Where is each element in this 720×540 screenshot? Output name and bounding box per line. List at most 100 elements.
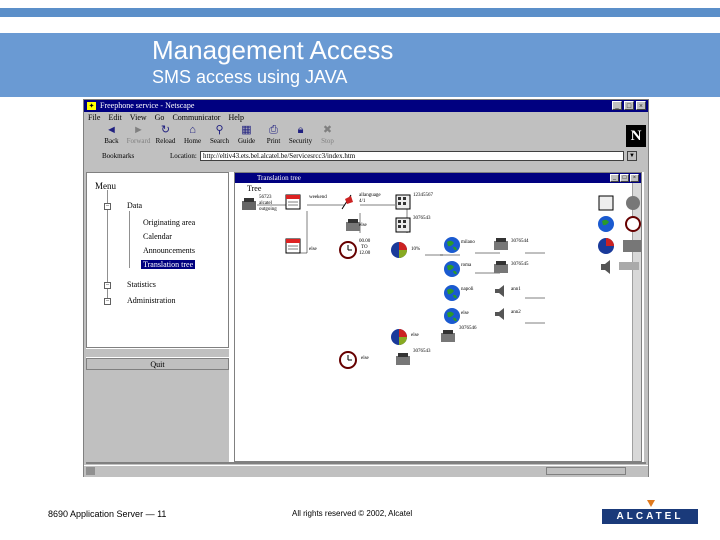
translation-tree-title: Translation tree	[257, 174, 301, 182]
globe-icon	[444, 237, 460, 253]
netscape-logo: N	[626, 125, 646, 147]
menu-item-announcements[interactable]: Announcements	[143, 246, 195, 255]
node-label: ann1	[511, 287, 521, 292]
home-button[interactable]: ⌂ Home	[179, 124, 206, 149]
forward-arrow-icon: ►	[133, 124, 144, 136]
logo-text: ALCATEL	[602, 509, 698, 524]
globe-icon	[444, 261, 460, 277]
node-label: roma	[461, 263, 472, 268]
navigation-toolbar: ◄ Back ► Forward ↻ Reload ⌂ Home ⚲ Search ▦ Gu…	[84, 124, 648, 149]
menu-item-statistics[interactable]: Statistics	[127, 280, 156, 289]
lock-icon: 🔒︎	[297, 124, 304, 136]
footer-copyright: All rights reserved © 2002, Alcatel	[292, 509, 413, 518]
stop-label: Stop	[321, 137, 334, 145]
reload-button[interactable]: ↻ Reload	[152, 124, 179, 149]
flag-icon	[341, 194, 353, 210]
tree-line	[129, 211, 130, 268]
menu-title: Menu	[95, 181, 116, 191]
menu-frame: Menu – Data Originating area Calendar An…	[86, 172, 229, 348]
back-label: Back	[104, 137, 119, 145]
stop-button[interactable]: ✖ Stop	[314, 124, 341, 149]
menu-edit[interactable]: Edit	[108, 112, 121, 123]
tt-maximize-button[interactable]: □	[620, 174, 629, 182]
speaker-icon	[495, 285, 504, 297]
node-label: else	[411, 333, 419, 338]
menu-frame-scrollbar[interactable]	[86, 348, 229, 357]
guide-button[interactable]: ▦ Guide	[233, 124, 260, 149]
node-label: 3076545	[511, 262, 529, 267]
reload-label: Reload	[155, 137, 176, 145]
menu-view[interactable]: View	[130, 112, 147, 123]
pie-chart-icon	[391, 242, 407, 258]
node-label: outgoing	[259, 207, 277, 212]
reload-icon: ↻	[160, 124, 171, 136]
clock-icon	[339, 351, 357, 369]
search-label: Search	[209, 137, 230, 145]
tree-diagram	[257, 204, 545, 324]
clock-icon	[339, 241, 357, 259]
menu-file[interactable]: File	[88, 112, 100, 123]
node-label: napoli	[461, 287, 474, 292]
menu-item-data[interactable]: Data	[127, 201, 142, 210]
tt-close-button[interactable]: ×	[630, 174, 639, 182]
menu-item-originating-area[interactable]: Originating area	[143, 218, 195, 227]
collapse-statistics-toggle[interactable]: –	[104, 282, 111, 289]
globe-icon	[444, 285, 460, 301]
menu-item-translation-tree[interactable]: Translation tree	[141, 260, 196, 269]
node-label: else	[361, 356, 369, 361]
bookmarks-button[interactable]: Bookmarks	[102, 150, 134, 163]
collapse-data-toggle[interactable]: –	[104, 203, 111, 210]
url-dropdown-button[interactable]: ▼	[627, 151, 637, 161]
globe-icon	[444, 308, 460, 324]
node-label: 3076544	[511, 239, 529, 244]
print-icon: ⎙	[269, 124, 278, 136]
location-label: Location:	[170, 152, 197, 160]
node-label: 10%	[411, 247, 421, 252]
menu-help[interactable]: Help	[228, 112, 244, 123]
telephone-icon	[494, 238, 508, 250]
status-indicators	[546, 467, 626, 475]
status-bar	[84, 465, 648, 477]
slide-title: Management Access	[152, 35, 394, 65]
security-button[interactable]: 🔒︎ Security	[287, 124, 314, 149]
logo-triangle-icon	[647, 500, 655, 507]
maximize-button[interactable]: □	[624, 101, 634, 110]
tt-minimize-button[interactable]: _	[610, 174, 619, 182]
node-label: 3076543	[413, 216, 431, 221]
telephone-icon	[441, 330, 455, 342]
back-button[interactable]: ◄ Back	[98, 124, 125, 149]
footer-page-label: 8690 Application Server — 11	[48, 509, 167, 519]
number-pad-icon	[395, 217, 411, 233]
collapse-administration-toggle[interactable]: –	[104, 298, 111, 305]
telephone-icon	[242, 198, 256, 210]
search-icon: ⚲	[215, 124, 224, 136]
menu-item-administration[interactable]: Administration	[127, 296, 175, 305]
node-label: else	[359, 223, 367, 228]
forward-button[interactable]: ► Forward	[125, 124, 152, 149]
guide-label: Guide	[237, 137, 256, 145]
url-field[interactable]: http://eltiv43.ets.bel.alcatel.be/Servic…	[200, 151, 624, 161]
forward-label: Forward	[126, 137, 151, 145]
node-label: 4/1	[359, 199, 366, 204]
slide-subtitle: SMS access using JAVA	[152, 67, 348, 87]
minimize-button[interactable]: _	[612, 101, 622, 110]
search-button[interactable]: ⚲ Search	[206, 124, 233, 149]
browser-window: ✦ Freephone service - Netscape _ □ × Fil…	[83, 99, 649, 477]
menu-go[interactable]: Go	[155, 112, 165, 123]
telephone-icon	[396, 353, 410, 365]
translation-tree-window: Translation tree _ □ × Tree 56723 alcate…	[234, 172, 642, 462]
security-label: Security	[288, 137, 313, 145]
menu-bar: File Edit View Go Communicator Help	[84, 112, 648, 123]
close-button[interactable]: ×	[636, 101, 646, 110]
menu-communicator[interactable]: Communicator	[172, 112, 220, 123]
home-label: Home	[183, 137, 202, 145]
node-label: 3076546	[459, 326, 477, 331]
back-arrow-icon: ◄	[106, 124, 117, 136]
browser-title: Freephone service - Netscape	[100, 101, 195, 110]
node-label: weekend	[309, 195, 327, 200]
menu-frame-empty-area	[86, 370, 229, 462]
quit-button[interactable]: Quit	[86, 358, 229, 370]
print-label: Print	[266, 137, 281, 145]
menu-item-calendar[interactable]: Calendar	[143, 232, 172, 241]
print-button[interactable]: ⎙ Print	[260, 124, 287, 149]
